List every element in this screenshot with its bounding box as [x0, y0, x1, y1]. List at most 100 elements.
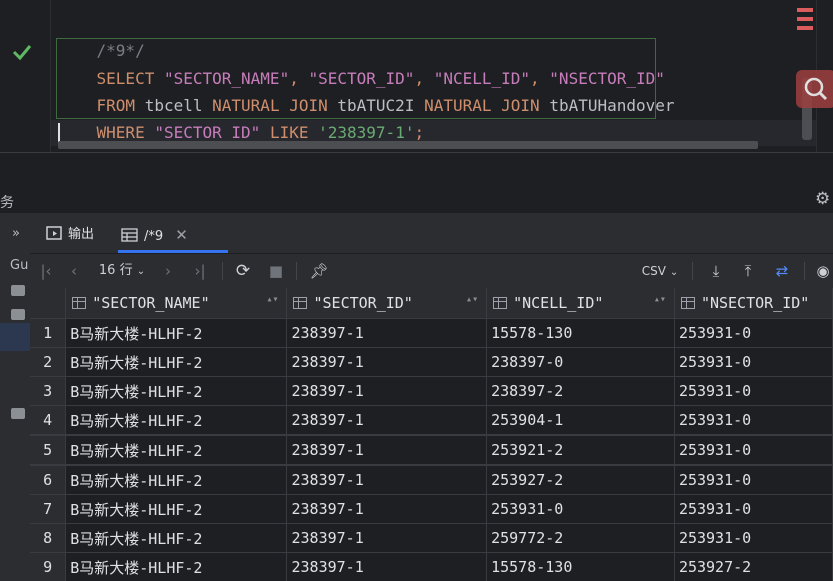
- expand-chevron-icon[interactable]: »: [12, 226, 20, 241]
- row-count-selector[interactable]: 16 行 ⌄: [92, 260, 152, 282]
- row-number[interactable]: 7: [30, 494, 67, 524]
- table-cell[interactable]: B马新大楼-HLHF-2: [65, 405, 288, 436]
- table-row[interactable]: 5 B马新大楼-HLHF-2 238397-1 253921-2 253931-0: [30, 435, 833, 466]
- table-cell[interactable]: 253931-0: [674, 435, 833, 466]
- sql-editor[interactable]: /*9*/ SELECT "SECTOR_NAME", "SECTOR_ID",…: [0, 0, 833, 152]
- table-cell[interactable]: 238397-1: [286, 552, 488, 581]
- table-cell[interactable]: B马新大楼-HLHF-2: [65, 494, 288, 524]
- table-cell[interactable]: 15578-130: [486, 318, 675, 348]
- panel-splitter[interactable]: [0, 152, 833, 183]
- code-line-from[interactable]: FROM tbcell NATURAL JOIN tbATUC2I NATURA…: [58, 65, 675, 115]
- result-toolbar: |‹ ‹ 16 行 ⌄ › ›| ⟳ ■ 📌︎ CSV ⌄ ⤓ ⤒ ⇄ ◉: [30, 253, 833, 288]
- table-cell[interactable]: 15578-130: [486, 552, 675, 581]
- horizontal-scrollbar[interactable]: [58, 141, 758, 149]
- table-row[interactable]: 9 B马新大楼-HLHF-2 238397-1 15578-130 253927-2: [30, 552, 833, 581]
- row-number[interactable]: 6: [30, 465, 67, 495]
- table-row[interactable]: 2 B马新大楼-HLHF-2 238397-1 238397-0 253931-0: [30, 347, 833, 377]
- column-header-label: "NCELL_ID": [513, 294, 604, 312]
- row-number[interactable]: 9: [30, 552, 67, 581]
- sort-icon[interactable]: ▴▾: [654, 294, 666, 305]
- table-cell[interactable]: B马新大楼-HLHF-2: [65, 376, 288, 406]
- table-cell[interactable]: 238397-1: [286, 435, 488, 466]
- table-cell[interactable]: 253931-0: [674, 405, 833, 436]
- table-cell[interactable]: B马新大楼-HLHF-2: [65, 347, 288, 377]
- close-tab-icon[interactable]: ✕: [175, 226, 188, 244]
- table-cell[interactable]: 238397-1: [286, 376, 488, 406]
- table-row[interactable]: 3 B马新大楼-HLHF-2 238397-1 238397-2 253931-0: [30, 376, 833, 406]
- previous-page-icon[interactable]: ‹: [66, 260, 82, 282]
- search-button[interactable]: [796, 70, 833, 108]
- row-number[interactable]: 5: [30, 435, 67, 466]
- tab-output[interactable]: 输出: [46, 213, 94, 253]
- table-cell[interactable]: B马新大楼-HLHF-2: [65, 552, 288, 581]
- table-cell[interactable]: 238397-2: [486, 376, 675, 406]
- error-mark[interactable]: [797, 26, 813, 30]
- first-page-icon[interactable]: |‹: [38, 260, 54, 282]
- column-header-nsector-id[interactable]: "NSECTOR_ID": [674, 288, 833, 319]
- refresh-icon[interactable]: ⟳: [232, 260, 254, 282]
- view-eye-icon[interactable]: ◉: [812, 260, 833, 282]
- table-cell[interactable]: 238397-1: [286, 465, 488, 495]
- table-row[interactable]: 7 B马新大楼-HLHF-2 238397-1 253931-0 253931-0: [30, 494, 833, 524]
- column-header-ncell-id[interactable]: "NCELL_ID" ▴▾: [486, 288, 675, 319]
- table-cell[interactable]: 253921-2: [486, 435, 675, 466]
- column-header-sector-name[interactable]: "SECTOR_NAME" ▴▾: [65, 288, 288, 319]
- table-cell[interactable]: B马新大楼-HLHF-2: [65, 435, 288, 466]
- gear-icon[interactable]: ⚙: [815, 190, 833, 208]
- datasource-node-icon[interactable]: [11, 309, 25, 320]
- row-number[interactable]: 8: [30, 523, 67, 553]
- upload-icon[interactable]: ⤒: [738, 260, 758, 282]
- services-tree-selected-row[interactable]: [0, 323, 30, 351]
- code-line-where[interactable]: WHERE "SECTOR_ID" LIKE '238397-1';: [58, 92, 425, 142]
- sort-icon[interactable]: ▴▾: [466, 294, 478, 305]
- table-row[interactable]: 4 B马新大楼-HLHF-2 238397-1 253904-1 253931-0: [30, 405, 833, 436]
- row-number[interactable]: 2: [30, 347, 67, 377]
- stop-icon[interactable]: ■: [266, 260, 286, 282]
- toolbar-separator: [222, 262, 223, 280]
- result-grid[interactable]: "SECTOR_NAME" ▴▾ "SECTOR_ID" ▴▾ "NCELL_ID"…: [30, 288, 833, 581]
- table-cell[interactable]: 238397-1: [286, 523, 488, 553]
- table-cell[interactable]: 253931-0: [674, 465, 833, 495]
- last-page-icon[interactable]: ›|: [190, 260, 210, 282]
- table-cell[interactable]: 253927-2: [674, 552, 833, 581]
- table-cell[interactable]: 238397-1: [286, 494, 488, 524]
- row-number[interactable]: 4: [30, 405, 67, 436]
- table-row[interactable]: 8 B马新大楼-HLHF-2 238397-1 259772-2 253931-0: [30, 523, 833, 553]
- table-cell[interactable]: 238397-0: [486, 347, 675, 377]
- pin-icon[interactable]: 📌︎: [308, 260, 330, 282]
- table-cell[interactable]: 253931-0: [674, 347, 833, 377]
- error-stripe-marks[interactable]: [797, 8, 813, 35]
- table-cell[interactable]: 253931-0: [486, 494, 675, 524]
- table-cell[interactable]: B马新大楼-HLHF-2: [65, 523, 288, 553]
- table-cell[interactable]: B马新大楼-HLHF-2: [65, 465, 288, 495]
- column-header-sector-id[interactable]: "SECTOR_ID" ▴▾: [286, 288, 488, 319]
- table-cell[interactable]: B马新大楼-HLHF-2: [65, 318, 288, 348]
- code-line-select[interactable]: SELECT "SECTOR_NAME", "SECTOR_ID", "NCEL…: [58, 38, 665, 88]
- table-cell[interactable]: 238397-1: [286, 347, 488, 377]
- table-row[interactable]: 6 B马新大楼-HLHF-2 238397-1 253927-2 253931-0: [30, 465, 833, 495]
- session-node-icon[interactable]: [11, 408, 25, 419]
- table-row[interactable]: 1 B马新大楼-HLHF-2 238397-1 15578-130 253931-0: [30, 318, 833, 348]
- download-icon[interactable]: ⤓: [706, 260, 726, 282]
- table-cell[interactable]: 253904-1: [486, 405, 675, 436]
- next-page-icon[interactable]: ›: [160, 260, 176, 282]
- table-cell[interactable]: 259772-2: [486, 523, 675, 553]
- table-cell[interactable]: 253931-0: [674, 494, 833, 524]
- code-line-comment[interactable]: /*9*/: [58, 10, 145, 60]
- compare-icon[interactable]: ⇄: [770, 260, 794, 282]
- tab-results[interactable]: /*9 ✕: [118, 213, 228, 253]
- row-number-header[interactable]: [30, 288, 67, 319]
- table-cell[interactable]: 253927-2: [486, 465, 675, 495]
- table-cell[interactable]: 238397-1: [286, 405, 488, 436]
- table-cell[interactable]: 253931-0: [674, 523, 833, 553]
- export-format-selector[interactable]: CSV ⌄: [636, 260, 684, 282]
- sort-icon[interactable]: ▴▾: [266, 294, 278, 305]
- error-mark[interactable]: [797, 8, 813, 12]
- error-mark[interactable]: [797, 17, 813, 21]
- table-cell[interactable]: 253931-0: [674, 318, 833, 348]
- datasource-node-icon[interactable]: [11, 285, 25, 296]
- table-cell[interactable]: 238397-1: [286, 318, 488, 348]
- row-number[interactable]: 3: [30, 376, 67, 406]
- table-cell[interactable]: 253931-0: [674, 376, 833, 406]
- row-number[interactable]: 1: [30, 318, 67, 348]
